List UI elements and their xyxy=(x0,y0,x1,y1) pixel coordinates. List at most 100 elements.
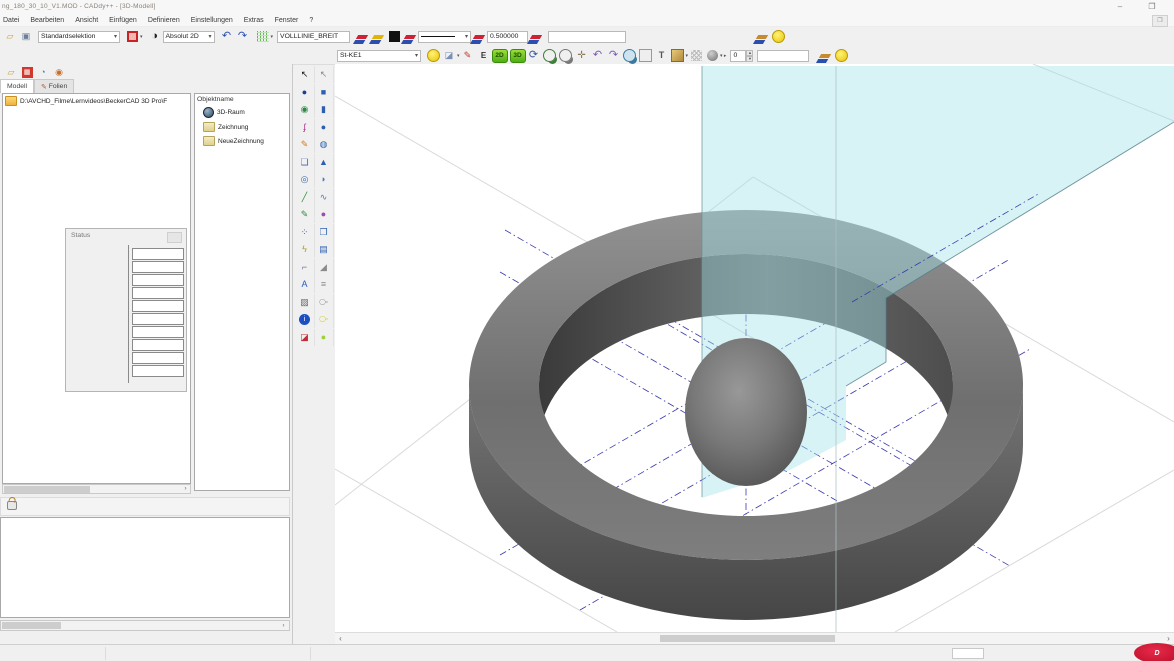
status-field-7[interactable] xyxy=(132,326,184,338)
tree-hscroll-right-icon[interactable]: › xyxy=(181,485,190,494)
select-arrow-icon[interactable]: ↖ xyxy=(295,66,315,83)
view-extra-field[interactable] xyxy=(757,50,809,62)
layer-linestyle-icon[interactable] xyxy=(471,29,487,44)
solid-slice-icon[interactable]: ≡ xyxy=(314,276,334,293)
solid-sphere-icon[interactable]: ● xyxy=(314,119,334,136)
solid-cylinder-icon[interactable]: ▮ xyxy=(314,101,334,118)
selection-mode-icon[interactable] xyxy=(124,29,140,44)
spin-down-icon[interactable]: ▼ xyxy=(746,56,753,62)
minimize-button[interactable]: – xyxy=(1112,2,1128,12)
tree-hscroll-thumb[interactable] xyxy=(4,486,90,493)
line-style-combo[interactable]: ▾ xyxy=(418,31,471,43)
vp-scroll-right-icon[interactable]: › xyxy=(1164,634,1173,643)
sphere-green-icon[interactable]: ● xyxy=(314,329,334,346)
dock-hscrollbar[interactable]: › xyxy=(0,620,290,631)
solid-box-icon[interactable]: ■ xyxy=(314,84,334,101)
counter-spinner[interactable]: ▲▼ xyxy=(730,50,753,62)
eraser-icon[interactable]: ◪ xyxy=(295,329,315,346)
text-edit-icon[interactable]: A xyxy=(295,276,315,293)
status-panel-button[interactable] xyxy=(167,232,182,243)
pencil-orange-icon[interactable]: ✎ xyxy=(295,136,315,153)
vp-scroll-thumb[interactable] xyxy=(660,635,835,642)
shade-sphere-icon[interactable] xyxy=(704,48,720,63)
status-field-9[interactable] xyxy=(132,352,184,364)
tab-modell[interactable]: Modell xyxy=(0,79,34,93)
object-panel[interactable]: Objektname 3D-Raum Zeichnung NeueZeichnu… xyxy=(194,93,290,491)
tree-item-neuezeichnung[interactable]: NeueZeichnung xyxy=(195,134,289,148)
status-panel[interactable]: Status xyxy=(65,228,187,392)
solid-shell-icon[interactable]: ◗ xyxy=(314,171,334,188)
menu-item-ansicht[interactable]: Ansicht xyxy=(75,17,105,24)
tree-item-path[interactable]: D:\AVCHD_Filme\Lernvideos\BeckerCAD 3D P… xyxy=(3,94,190,108)
status-field-3[interactable] xyxy=(132,274,184,286)
point-grid-icon[interactable]: ⁘ xyxy=(295,224,315,241)
rotate-view-icon[interactable]: ⟳ xyxy=(526,48,542,63)
tree-item-3d-raum[interactable]: 3D-Raum xyxy=(195,105,289,120)
restore-button[interactable]: ❐ xyxy=(1144,2,1160,12)
sphere-blue-icon[interactable]: ● xyxy=(295,84,315,101)
solid-torus-icon[interactable]: ◍ xyxy=(314,136,334,153)
dock-hscroll-right-icon[interactable]: › xyxy=(279,622,288,631)
grid-icon[interactable] xyxy=(255,29,271,44)
solid-cone-icon[interactable]: ▲ xyxy=(314,154,334,171)
hatch-icon[interactable]: ▨ xyxy=(295,294,315,311)
view-3d-button[interactable]: 3D xyxy=(510,49,526,63)
zoom-fit-icon[interactable] xyxy=(622,48,638,63)
redo-icon[interactable]: ↷ xyxy=(235,29,251,44)
bulb-icon[interactable] xyxy=(833,48,849,63)
delete-red-icon[interactable]: ▦ xyxy=(19,65,35,80)
pencil-green-icon[interactable]: ✎ xyxy=(295,206,315,223)
new-folder-icon[interactable]: ▱ xyxy=(3,65,19,80)
solid-book-icon[interactable]: ▤ xyxy=(314,241,334,258)
refresh-icon[interactable]: ◔ xyxy=(35,65,51,80)
mdi-restore-button[interactable]: ❐ xyxy=(1152,15,1168,27)
chevron-down-icon[interactable]: ▾ xyxy=(140,34,143,40)
viewport-3d[interactable] xyxy=(335,64,1174,632)
selection-combo[interactable]: Standardselektion▾ xyxy=(38,31,120,43)
linewidth-field[interactable] xyxy=(487,31,528,43)
layer-combo[interactable]: St-KE1▾ xyxy=(337,50,421,62)
users-icon[interactable]: ◉ xyxy=(51,65,67,80)
menu-item-einstellungen[interactable]: Einstellungen xyxy=(191,17,240,24)
sphere-rotate-icon[interactable]: ◉ xyxy=(295,101,315,118)
layer-width-icon[interactable] xyxy=(528,29,544,44)
info-icon[interactable]: i xyxy=(295,311,315,328)
sketch-plane-icon[interactable]: ◪ xyxy=(441,48,457,63)
save-icon[interactable]: ▣ xyxy=(18,29,34,44)
snap-flash-icon[interactable]: ϟ xyxy=(295,241,315,258)
zoom-prev-icon[interactable] xyxy=(638,48,654,63)
tab-folien[interactable]: ✎Folien xyxy=(34,79,74,93)
linetype-field[interactable] xyxy=(277,31,350,43)
status-field-2[interactable] xyxy=(132,261,184,273)
layer-bulb-icon[interactable] xyxy=(370,29,386,44)
rotate-left-icon[interactable]: ↶ xyxy=(590,48,606,63)
menu-item-einfgen[interactable]: Einfügen xyxy=(109,17,144,24)
vp-scroll-left-icon[interactable]: ‹ xyxy=(336,634,345,643)
tree-hscrollbar[interactable]: › xyxy=(2,484,191,494)
tree-item-zeichnung[interactable]: Zeichnung xyxy=(195,120,289,134)
pan-icon[interactable]: ✛ xyxy=(574,48,590,63)
status-field-4[interactable] xyxy=(132,287,184,299)
open-icon[interactable]: ▱ xyxy=(2,29,18,44)
menu-item-extras[interactable]: Extras xyxy=(244,17,271,24)
message-panel[interactable] xyxy=(0,517,290,618)
chevron-down-icon[interactable]: ▾ xyxy=(271,34,274,40)
sphere-solid[interactable] xyxy=(685,338,807,486)
solid-pipe-icon[interactable]: ∿ xyxy=(314,189,334,206)
layer-pen-icon[interactable] xyxy=(354,29,370,44)
view-cube-icon[interactable] xyxy=(670,48,686,63)
zoom-window-icon[interactable] xyxy=(558,48,574,63)
title-bar[interactable]: ng_180_30_10_V1.MOD - CADdy++ - [3D-Mode… xyxy=(0,0,1174,14)
zoom-in-icon[interactable] xyxy=(542,48,558,63)
bulb-icon[interactable] xyxy=(425,48,441,63)
viewport-hscrollbar[interactable]: ‹ › xyxy=(335,632,1174,644)
menu-item-fenster[interactable]: Fenster xyxy=(275,17,306,24)
coord-mode-combo[interactable]: Absolut 2D▾ xyxy=(163,31,215,43)
status-field-10[interactable] xyxy=(132,365,184,377)
spiral-icon[interactable]: ◎ xyxy=(295,171,315,188)
counter-field[interactable] xyxy=(730,50,746,62)
layer-hand-icon[interactable] xyxy=(817,48,833,63)
status-field-1[interactable] xyxy=(132,248,184,260)
line-green-icon[interactable]: ╱ xyxy=(295,189,315,206)
rotate-right-icon[interactable]: ↷ xyxy=(606,48,622,63)
